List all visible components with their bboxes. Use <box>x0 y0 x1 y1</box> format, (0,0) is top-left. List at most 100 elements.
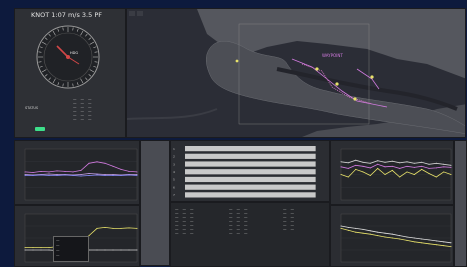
data-point <box>391 160 393 162</box>
data-point <box>421 238 423 240</box>
readout-row: — — — <box>71 117 94 121</box>
data-point <box>48 175 50 177</box>
table-right-cell: — <box>283 227 287 231</box>
map-nav-label: WAYPOINT <box>322 53 343 58</box>
data-point <box>340 225 342 227</box>
data-point <box>340 166 342 168</box>
data-point <box>24 171 26 173</box>
data-point <box>80 175 82 177</box>
data-point <box>428 167 430 169</box>
data-point <box>96 249 98 251</box>
data-point <box>443 245 445 247</box>
data-point <box>428 239 430 241</box>
bar-chart: 1 2 3 4 5 6 7 <box>171 141 329 201</box>
data-point <box>391 169 393 171</box>
data-point <box>355 164 357 166</box>
data-point <box>347 162 349 164</box>
data-point <box>24 249 26 251</box>
data-point <box>399 176 401 178</box>
table-left: — — — — — — — — — — — — — — — — — — — — — <box>173 207 196 235</box>
chart-panel-3 <box>330 140 454 205</box>
chart-panel-1 <box>14 140 140 205</box>
data-point <box>391 165 393 167</box>
readout-cell: — <box>73 117 77 121</box>
data-point <box>48 247 50 249</box>
data-point <box>362 165 364 167</box>
data-point <box>435 240 437 242</box>
data-point <box>32 247 34 249</box>
data-point <box>136 171 138 173</box>
data-point <box>362 228 364 230</box>
data-point <box>32 249 34 251</box>
data-point <box>48 249 50 251</box>
data-point <box>450 174 452 175</box>
map-view[interactable]: WAYPOINT <box>127 9 466 138</box>
table-left-cell: — <box>190 231 194 235</box>
data-point <box>120 168 122 170</box>
data-point <box>56 175 58 177</box>
data-point <box>340 161 342 163</box>
bar <box>185 146 316 152</box>
data-point <box>369 233 371 235</box>
chart-panel-4: — — — — <box>14 205 140 267</box>
data-point <box>435 167 437 169</box>
legend-box: — — — — <box>53 236 89 262</box>
table-mid-cell: — <box>236 231 241 235</box>
data-point <box>413 237 415 239</box>
data-point <box>384 236 386 238</box>
data-point <box>112 175 114 177</box>
data-point <box>128 170 130 172</box>
data-point <box>421 161 423 163</box>
data-point <box>443 171 445 173</box>
data-point <box>347 229 349 231</box>
data-point <box>40 174 42 176</box>
data-point <box>40 247 42 249</box>
data-point <box>377 235 379 237</box>
data-point <box>384 174 386 175</box>
readout-cell: — <box>88 117 92 121</box>
data-point <box>391 237 393 239</box>
chart-panel-2: 1 2 3 4 5 6 7 <box>170 140 330 202</box>
terrain-strip <box>140 140 170 266</box>
data-point <box>104 162 106 164</box>
data-point <box>104 226 106 228</box>
table-left-row: — — — <box>173 231 196 235</box>
data-point <box>443 241 445 243</box>
data-point <box>413 174 415 175</box>
data-tables: — — — — — — — — — — — — — — — — — — — — — — — — — — — — — — — — — — — — — — —… <box>170 202 330 267</box>
data-point <box>104 175 106 177</box>
table-mid-cell: — <box>244 231 248 235</box>
data-point <box>120 249 122 251</box>
instrument-panel: KNOT 1:07 m/s 3.5 PF HDG STATUS — — — — — — — —… <box>14 8 126 138</box>
data-point <box>399 162 401 164</box>
data-point <box>24 175 26 177</box>
data-point <box>128 227 130 229</box>
compass-gauge: HDG <box>36 25 100 89</box>
data-point <box>435 244 437 246</box>
data-point <box>369 167 371 169</box>
data-point <box>428 172 430 174</box>
data-point <box>120 175 122 177</box>
data-point <box>355 231 357 233</box>
data-point <box>435 176 437 178</box>
chart-panel-5 <box>330 205 454 267</box>
data-point <box>428 163 430 165</box>
data-point <box>391 233 393 235</box>
data-point <box>413 162 415 164</box>
data-point <box>443 163 445 165</box>
data-point <box>347 167 349 169</box>
data-point <box>413 166 415 168</box>
data-point <box>112 249 114 251</box>
bar-label: 6 <box>173 185 175 189</box>
data-point <box>128 249 130 251</box>
readout-cell: — <box>80 117 85 121</box>
line-chart-1 <box>24 148 138 201</box>
bar-label: 2 <box>173 155 175 159</box>
line-chart-5 <box>340 213 452 263</box>
table-right-cell: — <box>290 227 295 231</box>
data-point <box>377 160 379 162</box>
map-panel[interactable]: WAYPOINT <box>126 8 466 138</box>
data-point <box>384 161 386 163</box>
data-point <box>340 174 342 175</box>
bar-label: 4 <box>173 170 175 174</box>
